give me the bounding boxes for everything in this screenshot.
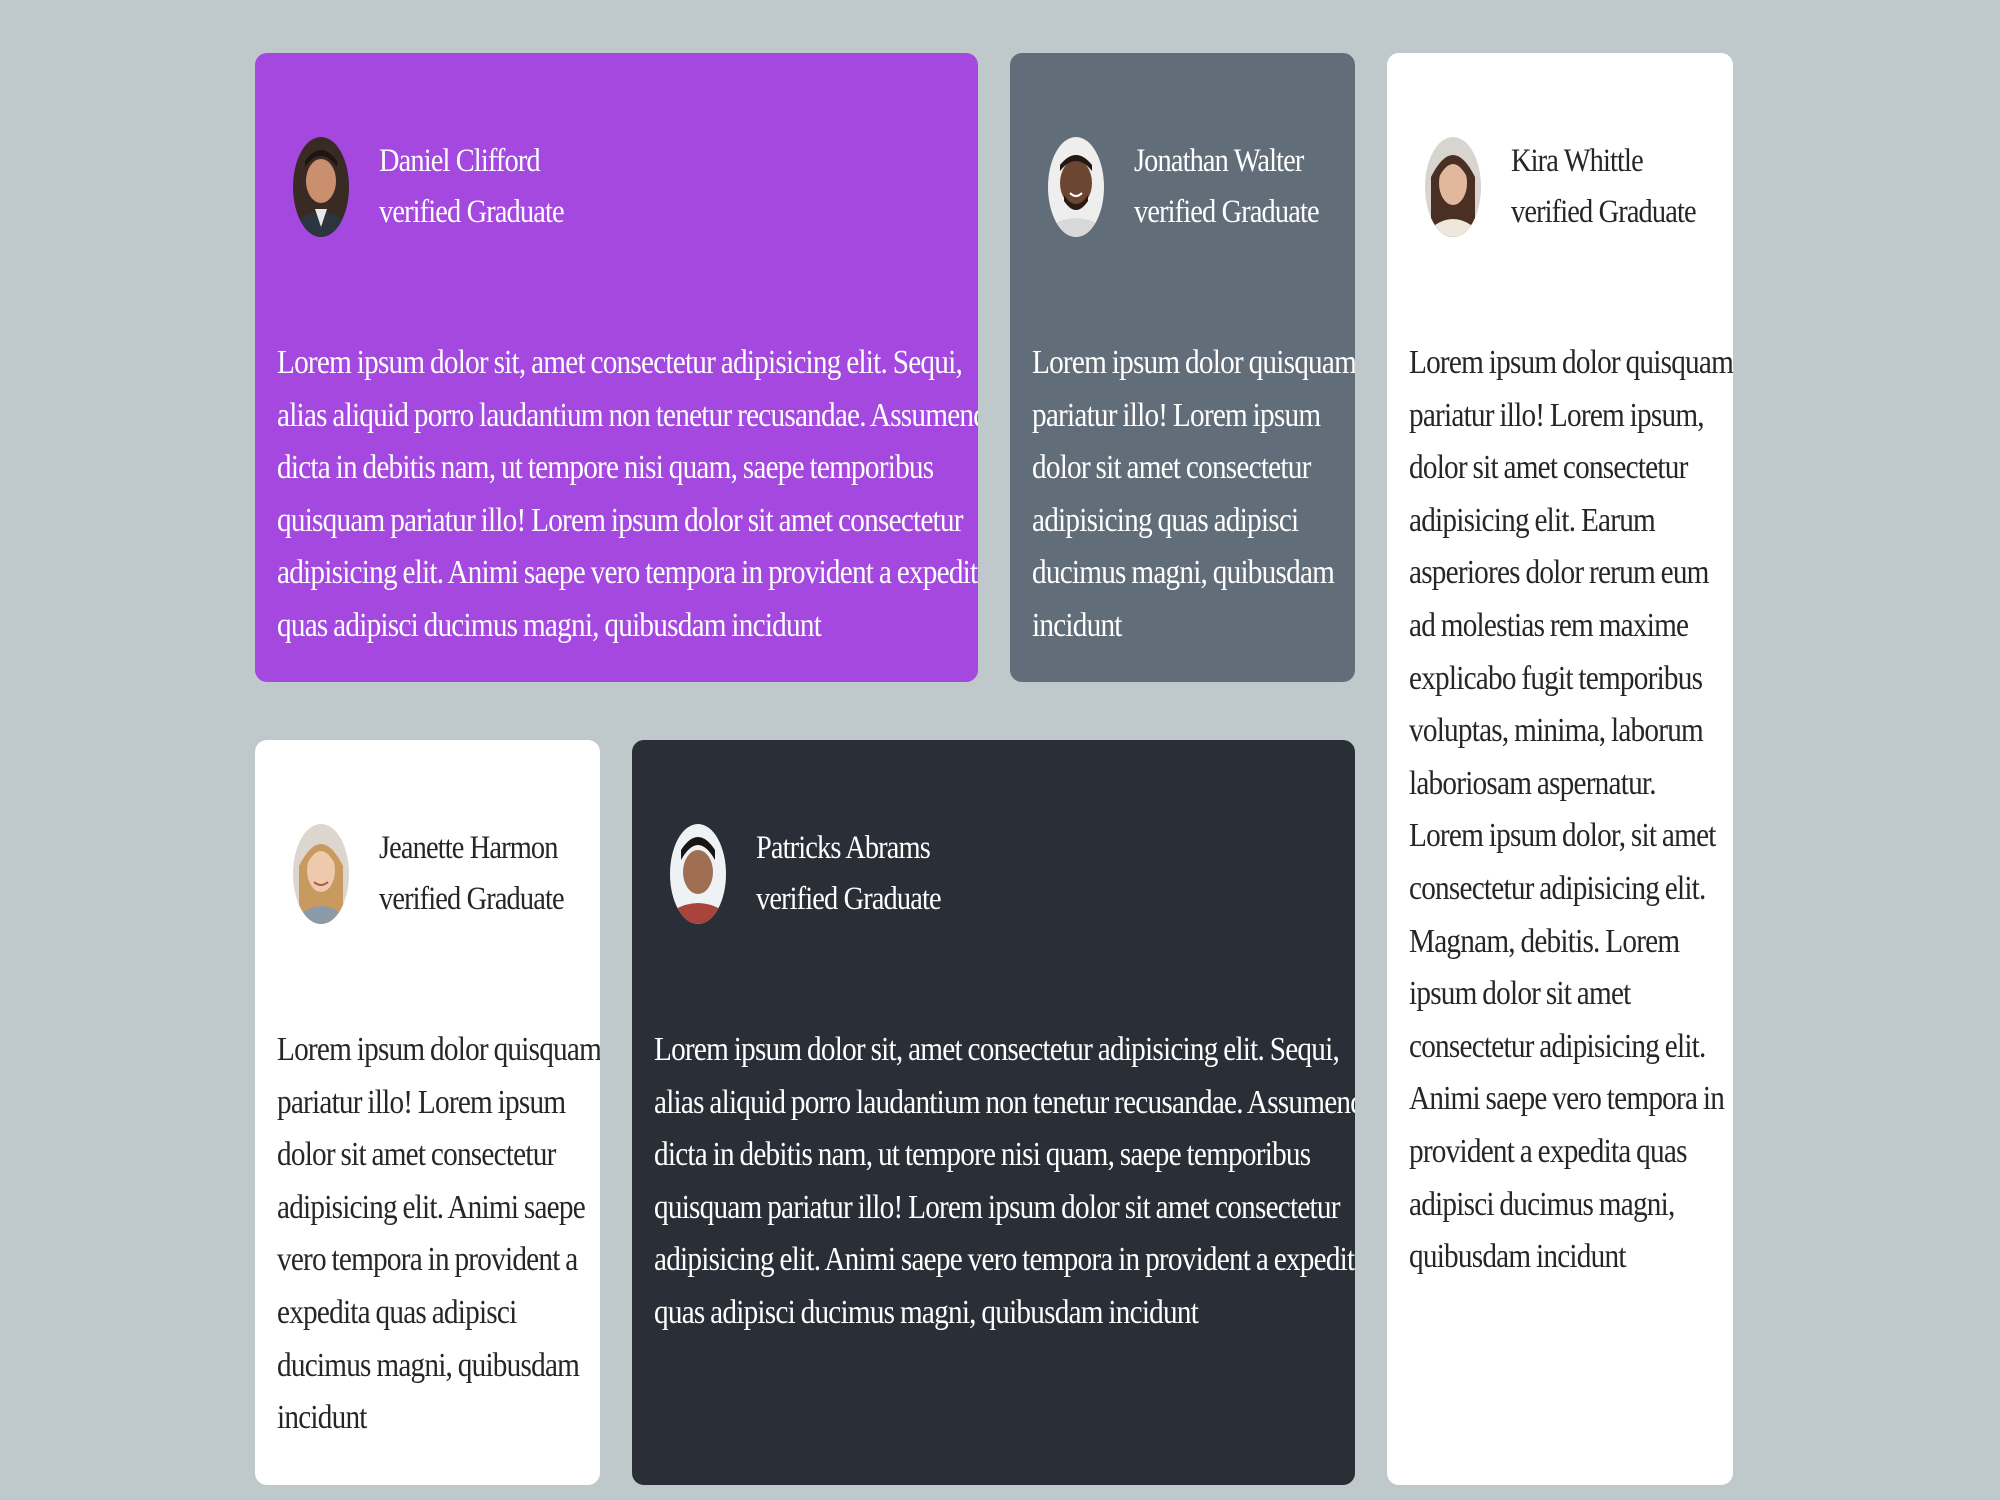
testimonial-line: voluptas, minima, laborum — [1409, 712, 1704, 750]
card-header: Daniel Clifford verified Graduate — [293, 136, 594, 238]
testimonial-line: consectetur adipisicing elit. — [1409, 1027, 1706, 1065]
author-name: Jonathan Walter — [1134, 143, 1304, 179]
author-role: verified Graduate — [756, 881, 942, 917]
author-role: verified Graduate — [379, 881, 565, 917]
testimonial-card-kira: Kira Whittle verified Graduate Lorem ips… — [1387, 53, 1733, 1485]
testimonial-line: Lorem ipsum dolor quisquam — [1409, 344, 1733, 381]
testimonial-line: explicabo fugit temporibus — [1409, 659, 1703, 697]
author-name: Kira Whittle — [1511, 143, 1644, 179]
testimonial-line: ducimus magni, quibusdam — [1032, 554, 1335, 592]
author-name: Jeanette Harmon — [379, 830, 558, 866]
testimonial-line: incidunt — [277, 1399, 367, 1437]
testimonial-line: Lorem ipsum dolor quisquam — [1032, 344, 1355, 381]
testimonial-line: ipsum dolor sit amet — [1409, 975, 1631, 1013]
author-info: Jonathan Walter verified Graduate — [1134, 136, 1349, 238]
testimonial-card-patrick: Patricks Abrams verified Graduate Lorem … — [632, 740, 1355, 1485]
avatar-jonathan-icon — [1048, 137, 1104, 237]
testimonial-line: adipisci ducimus magni, — [1409, 1185, 1675, 1223]
avatar-patrick-icon — [670, 824, 726, 924]
testimonial-line: pariatur illo! Lorem ipsum — [277, 1083, 566, 1121]
testimonial-line: expedita quas adipisci — [277, 1293, 517, 1331]
card-header: Jonathan Walter verified Graduate — [1048, 136, 1349, 238]
author-name: Daniel Clifford — [379, 143, 541, 179]
testimonial-line: dolor sit amet consectetur — [1409, 449, 1688, 487]
testimonial-line: dolor sit amet consectetur — [277, 1136, 556, 1174]
avatar-jeanette-icon — [293, 824, 349, 924]
author-info: Daniel Clifford verified Graduate — [379, 136, 594, 238]
testimonials-grid: Daniel Clifford verified Graduate Lorem … — [0, 0, 2000, 1500]
testimonial-line: ad molestias rem maxime — [1409, 606, 1689, 644]
author-role: verified Graduate — [379, 194, 565, 230]
testimonial-line: alias aliquid porro laudantium non tenet… — [654, 1083, 1355, 1121]
author-name: Patricks Abrams — [756, 830, 931, 866]
testimonial-line: provident a expedita quas — [1409, 1132, 1687, 1170]
testimonial-line: adipisicing elit. Animi saepe vero tempo… — [654, 1241, 1355, 1279]
testimonial-line: consectetur adipisicing elit. — [1409, 869, 1706, 907]
testimonial-text: Lorem ipsum dolor quisquam pariatur illo… — [277, 1024, 600, 1445]
testimonial-line: alias aliquid porro laudantium non tenet… — [277, 396, 978, 434]
testimonial-line: Lorem ipsum dolor sit, amet consectetur … — [277, 344, 963, 381]
card-header: Jeanette Harmon verified Graduate — [293, 823, 594, 925]
author-info: Patricks Abrams verified Graduate — [756, 823, 971, 925]
testimonial-line: quas adipisci ducimus magni, quibusdam i… — [277, 606, 822, 644]
testimonial-line: Lorem ipsum dolor, sit amet — [1409, 817, 1716, 855]
testimonial-line: adipisicing elit. Animi saepe vero tempo… — [277, 554, 978, 592]
testimonial-line: Animi saepe vero tempora in — [1409, 1080, 1725, 1118]
testimonial-text: Lorem ipsum dolor sit, amet consectetur … — [277, 337, 978, 653]
testimonial-line: pariatur illo! Lorem ipsum, — [1409, 396, 1705, 434]
testimonial-text: Lorem ipsum dolor quisquam pariatur illo… — [1409, 337, 1733, 1284]
testimonial-line: ducimus magni, quibusdam — [277, 1346, 580, 1384]
testimonial-card-daniel: Daniel Clifford verified Graduate Lorem … — [255, 53, 978, 682]
testimonial-line: dicta in debitis nam, ut tempore nisi qu… — [277, 449, 934, 487]
testimonial-text: Lorem ipsum dolor sit, amet consectetur … — [654, 1024, 1355, 1340]
testimonial-text: Lorem ipsum dolor quisquam pariatur illo… — [1032, 337, 1355, 653]
testimonial-line: quas adipisci ducimus magni, quibusdam i… — [654, 1293, 1199, 1331]
testimonial-line: adipisicing elit. Earum — [1409, 501, 1656, 539]
testimonial-line: vero tempora in provident a — [277, 1241, 578, 1279]
testimonial-line: incidunt — [1032, 606, 1122, 644]
testimonial-line: quibusdam incidunt — [1409, 1238, 1626, 1276]
avatar-kira-icon — [1425, 137, 1481, 237]
testimonial-line: quisquam pariatur illo! Lorem ipsum dolo… — [654, 1188, 1340, 1226]
testimonial-line: asperiores dolor rerum eum — [1409, 554, 1709, 592]
testimonial-line: dicta in debitis nam, ut tempore nisi qu… — [654, 1136, 1311, 1174]
avatar-daniel-icon — [293, 137, 349, 237]
testimonial-line: Lorem ipsum dolor quisquam — [277, 1031, 600, 1068]
card-header: Patricks Abrams verified Graduate — [670, 823, 971, 925]
testimonial-line: Lorem ipsum dolor sit, amet consectetur … — [654, 1031, 1340, 1068]
testimonial-line: adipisicing quas adipisci — [1032, 501, 1299, 539]
testimonial-line: pariatur illo! Lorem ipsum — [1032, 396, 1321, 434]
author-role: verified Graduate — [1511, 194, 1697, 230]
testimonial-line: Magnam, debitis. Lorem — [1409, 922, 1680, 960]
testimonial-line: dolor sit amet consectetur — [1032, 449, 1311, 487]
author-role: verified Graduate — [1134, 194, 1320, 230]
testimonial-line: laboriosam aspernatur. — [1409, 764, 1657, 802]
testimonial-line: adipisicing elit. Animi saepe — [277, 1188, 586, 1226]
card-header: Kira Whittle verified Graduate — [1425, 136, 1726, 238]
testimonial-card-jeanette: Jeanette Harmon verified Graduate Lorem … — [255, 740, 600, 1485]
author-info: Jeanette Harmon verified Graduate — [379, 823, 594, 925]
author-info: Kira Whittle verified Graduate — [1511, 136, 1726, 238]
testimonial-line: quisquam pariatur illo! Lorem ipsum dolo… — [277, 501, 963, 539]
testimonial-card-jonathan: Jonathan Walter verified Graduate Lorem … — [1010, 53, 1355, 682]
